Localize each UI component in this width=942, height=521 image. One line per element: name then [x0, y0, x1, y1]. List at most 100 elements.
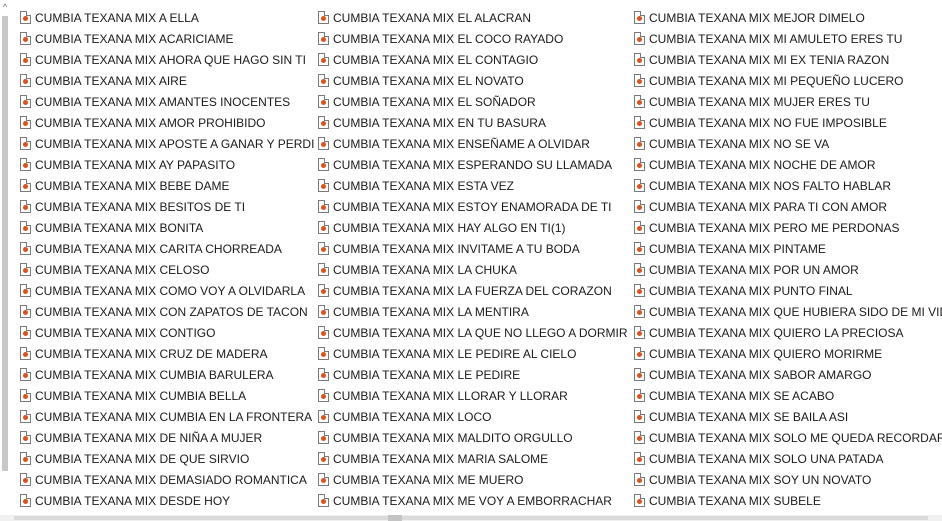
file-item[interactable]: CUMBIA TEXANA MIX EL COCO RAYADO	[312, 28, 628, 49]
horizontal-scrollbar-thumb[interactable]	[14, 516, 928, 520]
file-item[interactable]: CUMBIA TEXANA MIX DE NIÑA A MUJER	[14, 427, 312, 448]
file-item[interactable]: CUMBIA TEXANA MIX CONTIGO	[14, 322, 312, 343]
file-item[interactable]: CUMBIA TEXANA MIX NOCHE DE AMOR	[628, 154, 942, 175]
file-item[interactable]: CUMBIA TEXANA MIX SOLO UNA PATADA	[628, 448, 942, 469]
file-item[interactable]: CUMBIA TEXANA MIX ESTOY ENAMORADA DE TI	[312, 196, 628, 217]
file-item[interactable]: CUMBIA TEXANA MIX PUNTO FINAL	[628, 280, 942, 301]
file-name: CUMBIA TEXANA MIX APOSTE A GANAR Y PERDI	[35, 136, 315, 151]
vertical-scrollbar[interactable]: ^	[0, 0, 10, 475]
audio-file-icon	[634, 368, 645, 381]
file-item[interactable]: CUMBIA TEXANA MIX A ELLA	[14, 7, 312, 28]
file-item[interactable]: CUMBIA TEXANA MIX QUE HUBIERA SIDO DE MI…	[628, 301, 942, 322]
file-item[interactable]: CUMBIA TEXANA MIX ME VOY A EMBORRACHAR	[312, 490, 628, 511]
file-item[interactable]: CUMBIA TEXANA MIX AHORA QUE HAGO SIN TI	[14, 49, 312, 70]
file-item[interactable]: CUMBIA TEXANA MIX LA MENTIRA	[312, 301, 628, 322]
file-item[interactable]: CUMBIA TEXANA MIX POR UN AMOR	[628, 259, 942, 280]
horizontal-scrollbar-grip[interactable]	[388, 515, 402, 521]
file-item[interactable]: CUMBIA TEXANA MIX ACARICIAME	[14, 28, 312, 49]
file-item[interactable]: CUMBIA TEXANA MIX CRUZ DE MADERA	[14, 343, 312, 364]
file-item[interactable]: CUMBIA TEXANA MIX MARIA SALOME	[312, 448, 628, 469]
file-item[interactable]: CUMBIA TEXANA MIX MUJER ERES TU	[628, 91, 942, 112]
file-item[interactable]: CUMBIA TEXANA MIX QUIERO LA PRECIOSA	[628, 322, 942, 343]
file-item[interactable]: CUMBIA TEXANA MIX LE PEDIRE	[312, 364, 628, 385]
file-name: CUMBIA TEXANA MIX BESITOS DE TI	[35, 199, 246, 214]
file-item[interactable]: CUMBIA TEXANA MIX CUMBIA BELLA	[14, 385, 312, 406]
file-item[interactable]: CUMBIA TEXANA MIX ESTA VEZ	[312, 175, 628, 196]
file-item[interactable]: CUMBIA TEXANA MIX SE BAILA ASI	[628, 406, 942, 427]
file-name: CUMBIA TEXANA MIX CRUZ DE MADERA	[35, 346, 268, 361]
file-item[interactable]: CUMBIA TEXANA MIX DE QUE SIRVIO	[14, 448, 312, 469]
audio-file-icon	[20, 74, 31, 87]
file-item[interactable]: CUMBIA TEXANA MIX NOS FALTO HABLAR	[628, 175, 942, 196]
file-item[interactable]: CUMBIA TEXANA MIX LA FUERZA DEL CORAZON	[312, 280, 628, 301]
audio-file-icon	[634, 200, 645, 213]
file-item[interactable]: CUMBIA TEXANA MIX MALDITO ORGULLO	[312, 427, 628, 448]
file-name: CUMBIA TEXANA MIX MI AMULETO ERES TU	[649, 31, 903, 46]
file-item[interactable]: CUMBIA TEXANA MIX PINTAME	[628, 238, 942, 259]
file-name: CUMBIA TEXANA MIX EL COCO RAYADO	[333, 31, 564, 46]
file-item[interactable]: CUMBIA TEXANA MIX SOY UN NOVATO	[628, 469, 942, 490]
chevron-up-icon[interactable]: ^	[0, 0, 10, 14]
file-item[interactable]: CUMBIA TEXANA MIX CARITA CHORREADA	[14, 238, 312, 259]
audio-file-icon	[318, 389, 329, 402]
file-item[interactable]: CUMBIA TEXANA MIX EL SOÑADOR	[312, 91, 628, 112]
file-item[interactable]: CUMBIA TEXANA MIX MI EX TENIA RAZON	[628, 49, 942, 70]
file-item[interactable]: CUMBIA TEXANA MIX SUBELE	[628, 490, 942, 511]
file-name: CUMBIA TEXANA MIX MUJER ERES TU	[649, 94, 870, 109]
file-item[interactable]: CUMBIA TEXANA MIX CUMBIA BARULERA	[14, 364, 312, 385]
file-name: CUMBIA TEXANA MIX NO SE VA	[649, 136, 830, 151]
file-item[interactable]: CUMBIA TEXANA MIX CON ZAPATOS DE TACON	[14, 301, 312, 322]
file-item[interactable]: CUMBIA TEXANA MIX LA QUE NO LLEGO A DORM…	[312, 322, 628, 343]
file-item[interactable]: CUMBIA TEXANA MIX CELOSO	[14, 259, 312, 280]
audio-file-icon	[634, 179, 645, 192]
file-item[interactable]: CUMBIA TEXANA MIX EL NOVATO	[312, 70, 628, 91]
file-item[interactable]: CUMBIA TEXANA MIX EL CONTAGIO	[312, 49, 628, 70]
file-item[interactable]: CUMBIA TEXANA MIX AIRE	[14, 70, 312, 91]
file-item[interactable]: CUMBIA TEXANA MIX APOSTE A GANAR Y PERDI	[14, 133, 315, 154]
file-item[interactable]: CUMBIA TEXANA MIX BONITA	[14, 217, 312, 238]
audio-file-icon	[318, 32, 329, 45]
file-item[interactable]: CUMBIA TEXANA MIX LA CHUKA	[312, 259, 628, 280]
file-item[interactable]: CUMBIA TEXANA MIX PARA TI CON AMOR	[628, 196, 942, 217]
audio-file-icon	[634, 494, 645, 507]
file-item[interactable]: CUMBIA TEXANA MIX MEJOR DIMELO	[628, 7, 942, 28]
file-item[interactable]: CUMBIA TEXANA MIX ME MUERO	[312, 469, 628, 490]
file-item[interactable]: CUMBIA TEXANA MIX DEMASIADO ROMANTICA	[14, 469, 312, 490]
file-item[interactable]: CUMBIA TEXANA MIX QUIERO MORIRME	[628, 343, 942, 364]
file-item[interactable]: CUMBIA TEXANA MIX AMANTES INOCENTES	[14, 91, 312, 112]
file-item[interactable]: CUMBIA TEXANA MIX LE PEDIRE AL CIELO	[312, 343, 628, 364]
file-name: CUMBIA TEXANA MIX MI PEQUEÑO LUCERO	[649, 73, 904, 88]
file-item[interactable]: CUMBIA TEXANA MIX CUMBIA EN LA FRONTERA	[14, 406, 312, 427]
file-item[interactable]: CUMBIA TEXANA MIX LOCO	[312, 406, 628, 427]
file-item[interactable]: CUMBIA TEXANA MIX DESDE HOY	[14, 490, 312, 511]
file-item[interactable]: CUMBIA TEXANA MIX HAY ALGO EN TI(1)	[312, 217, 628, 238]
file-item[interactable]: CUMBIA TEXANA MIX ESPERANDO SU LLAMADA	[312, 154, 628, 175]
file-item[interactable]: CUMBIA TEXANA MIX EN TU BASURA	[312, 112, 628, 133]
vertical-scrollbar-thumb[interactable]	[2, 16, 8, 471]
file-item[interactable]: CUMBIA TEXANA MIX AY PAPASITO	[14, 154, 312, 175]
file-item[interactable]: CUMBIA TEXANA MIX AMOR PROHIBIDO	[14, 112, 312, 133]
file-name: CUMBIA TEXANA MIX INVITAME A TU BODA	[333, 241, 580, 256]
file-item[interactable]: CUMBIA TEXANA MIX SOLO ME QUEDA RECORDAR	[628, 427, 942, 448]
file-item[interactable]: CUMBIA TEXANA MIX SABOR AMARGO	[628, 364, 942, 385]
file-item[interactable]: CUMBIA TEXANA MIX NO SE VA	[628, 133, 942, 154]
file-item[interactable]: CUMBIA TEXANA MIX EL ALACRAN	[312, 7, 628, 28]
file-item[interactable]: CUMBIA TEXANA MIX MI PEQUEÑO LUCERO	[628, 70, 942, 91]
file-item[interactable]: CUMBIA TEXANA MIX BESITOS DE TI	[14, 196, 312, 217]
file-item[interactable]: CUMBIA TEXANA MIX INVITAME A TU BODA	[312, 238, 628, 259]
file-item[interactable]: CUMBIA TEXANA MIX PERO ME PERDONAS	[628, 217, 942, 238]
file-item[interactable]: CUMBIA TEXANA MIX SE ACABO	[628, 385, 942, 406]
file-item[interactable]: CUMBIA TEXANA MIX BEBE DAME	[14, 175, 312, 196]
file-name: CUMBIA TEXANA MIX AMANTES INOCENTES	[35, 94, 291, 109]
file-item[interactable]: CUMBIA TEXANA MIX MI AMULETO ERES TU	[628, 28, 942, 49]
file-item[interactable]: CUMBIA TEXANA MIX NO FUE IMPOSIBLE	[628, 112, 942, 133]
file-item[interactable]: CUMBIA TEXANA MIX COMO VOY A OLVIDARLA	[14, 280, 312, 301]
audio-file-icon	[318, 284, 329, 297]
file-name: CUMBIA TEXANA MIX EL NOVATO	[333, 73, 524, 88]
audio-file-icon	[20, 473, 31, 486]
audio-file-icon	[20, 242, 31, 255]
audio-file-icon	[634, 11, 645, 24]
file-item[interactable]: CUMBIA TEXANA MIX LLORAR Y LLORAR	[312, 385, 628, 406]
horizontal-scrollbar[interactable]	[0, 515, 942, 521]
file-item[interactable]: CUMBIA TEXANA MIX ENSEÑAME A OLVIDAR	[312, 133, 628, 154]
